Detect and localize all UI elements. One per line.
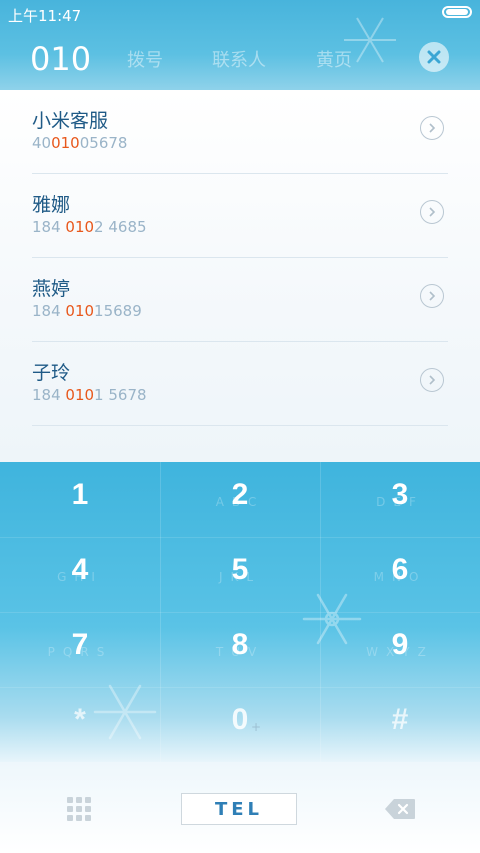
detail-chevron-icon[interactable] xyxy=(420,368,444,392)
key-7[interactable]: PQRS 7 xyxy=(0,612,160,687)
header-bar: 上午11:47 010 拨号 联系人 黄页 xyxy=(0,0,480,90)
match-highlight: 010 xyxy=(65,302,95,320)
divider xyxy=(32,425,448,426)
key-digit: 9 xyxy=(391,628,409,661)
contact-name: 雅娜 xyxy=(32,194,71,216)
key-1[interactable]: 1 xyxy=(0,462,160,537)
key-digit: 2 xyxy=(231,478,249,511)
key-digit: 3 xyxy=(391,478,409,511)
contact-number: 184 01015689 xyxy=(32,302,142,320)
contact-name: 燕婷 xyxy=(32,278,71,300)
key-2[interactable]: ABC 2 xyxy=(160,462,320,537)
key-digit: 1 xyxy=(71,478,89,511)
detail-chevron-icon[interactable] xyxy=(420,284,444,308)
key-digit: 6 xyxy=(391,553,409,586)
key-digit: # xyxy=(391,703,409,736)
match-highlight: 010 xyxy=(65,386,95,404)
clear-button[interactable] xyxy=(419,42,449,72)
key-0[interactable]: + 0 xyxy=(160,687,320,762)
contact-number: 184 0101 5678 xyxy=(32,386,147,404)
key-9[interactable]: WXYZ 9 xyxy=(320,612,480,687)
match-highlight: 010 xyxy=(51,134,80,152)
list-item[interactable]: 小米客服 4001005678 xyxy=(0,90,480,174)
tab-dial[interactable]: 拨号 xyxy=(127,46,163,72)
key-5[interactable]: JKL 5 xyxy=(160,537,320,612)
key-digit: 4 xyxy=(71,553,89,586)
contact-results-list: 小米客服 4001005678 雅娜 184 0102 4685 燕婷 184 … xyxy=(0,90,480,462)
key-digit: * xyxy=(74,703,86,736)
tab-yellow-pages[interactable]: 黄页 xyxy=(316,46,352,72)
key-6[interactable]: MNO 6 xyxy=(320,537,480,612)
detail-chevron-icon[interactable] xyxy=(420,116,444,140)
key-8[interactable]: TUV 8 xyxy=(160,612,320,687)
key-4[interactable]: GHI 4 xyxy=(0,537,160,612)
contact-number: 184 0102 4685 xyxy=(32,218,147,236)
contact-number: 4001005678 xyxy=(32,134,128,152)
dial-keypad: 1 ABC 2 DEF 3 GHI 4 JKL 5 MNO 6 PQRS 7 T… xyxy=(0,462,480,762)
call-button[interactable]: TEL xyxy=(181,793,297,825)
list-item[interactable]: 子玲 184 0101 5678 xyxy=(0,342,480,426)
key-digit: 7 xyxy=(71,628,89,661)
dialpad-icon[interactable] xyxy=(66,796,92,822)
detail-chevron-icon[interactable] xyxy=(420,200,444,224)
status-bar: 上午11:47 xyxy=(0,0,480,28)
bottom-action-bar: TEL xyxy=(0,762,480,853)
key-digit: 0 xyxy=(231,703,249,736)
status-time: 上午11:47 xyxy=(8,7,82,25)
key-3[interactable]: DEF 3 xyxy=(320,462,480,537)
key-digit: 5 xyxy=(231,553,249,586)
backspace-icon[interactable] xyxy=(384,798,416,820)
key-star[interactable]: * xyxy=(0,687,160,762)
list-item[interactable]: 雅娜 184 0102 4685 xyxy=(0,174,480,258)
contact-name: 子玲 xyxy=(32,362,71,384)
contact-name: 小米客服 xyxy=(32,110,109,132)
list-item[interactable]: 燕婷 184 01015689 xyxy=(0,258,480,342)
key-hash[interactable]: # xyxy=(320,687,480,762)
dialed-number: 010 xyxy=(30,40,92,78)
battery-icon xyxy=(442,6,472,18)
tab-contacts[interactable]: 联系人 xyxy=(212,46,266,72)
match-highlight: 010 xyxy=(65,218,95,236)
close-icon xyxy=(427,50,441,64)
key-digit: 8 xyxy=(231,628,249,661)
